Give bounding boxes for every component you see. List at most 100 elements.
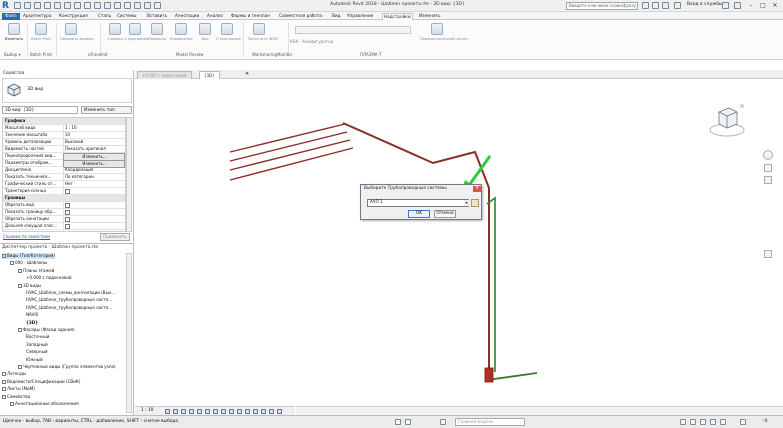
switch-windows-icon[interactable]	[144, 2, 151, 9]
lock-view-icon[interactable]	[221, 409, 226, 414]
property-value[interactable]: Высокий	[63, 139, 125, 145]
viewcube-icon[interactable]	[707, 100, 747, 140]
3d-view-icon[interactable]	[104, 2, 111, 9]
browser-tree-item[interactable]: Легенды	[2, 371, 26, 377]
active-model-field[interactable]: Главная модель	[455, 418, 525, 426]
drag-elements-icon[interactable]	[720, 419, 726, 425]
maximize-button[interactable]: □	[758, 1, 768, 10]
horizontal-scrollbar[interactable]	[296, 406, 783, 415]
browser-tree-item[interactable]: 3D виды	[18, 283, 41, 289]
panel-label-select[interactable]: Выбор ▾	[4, 52, 21, 57]
tab-steel[interactable]: Сталь	[97, 13, 112, 20]
check-button[interactable]: Проверка	[146, 23, 168, 53]
branch-pipe[interactable]	[229, 147, 354, 181]
tab-file[interactable]: Файл	[2, 13, 20, 20]
tab-annotate[interactable]: Аннотации	[174, 13, 200, 20]
run-wsm-button[interactable]: Запустить WSM	[248, 23, 278, 53]
main-pipe[interactable]	[342, 122, 490, 380]
plasma-field[interactable]	[295, 26, 411, 34]
expand-toggle-icon[interactable]	[2, 379, 6, 384]
redo-icon[interactable]	[54, 2, 61, 9]
select-underlay-icon[interactable]	[690, 419, 696, 425]
tab-plan-view[interactable]: +0.000 с подосновой	[137, 71, 192, 79]
revit-logo-icon[interactable]: R	[2, 1, 11, 11]
tab-manage[interactable]: Управление	[346, 13, 374, 20]
browser-tree-item[interactable]: {3D}	[26, 320, 38, 326]
instance-filter[interactable]: 3D вид: {3D}	[2, 106, 78, 114]
navbar-options-icon[interactable]	[764, 250, 772, 258]
ok-button[interactable]: OK	[408, 210, 430, 218]
browser-tree-item[interactable]: Южный	[26, 357, 43, 363]
property-value[interactable]: Показать оригинал	[63, 146, 125, 152]
property-checkbox[interactable]	[65, 188, 70, 194]
filter-count[interactable]: ∵0	[762, 419, 768, 424]
apply-button[interactable]: Применить	[100, 233, 130, 241]
branch-pipe[interactable]	[229, 123, 346, 153]
property-checkbox[interactable]	[65, 202, 70, 208]
property-value[interactable]	[63, 223, 125, 231]
help-button[interactable]: Справка	[104, 23, 126, 53]
close-button[interactable]: ✕	[770, 1, 780, 10]
sun-path-icon[interactable]	[181, 409, 186, 414]
about-button[interactable]: О программе	[124, 23, 149, 53]
browser-tree-item[interactable]: NAVIS	[26, 312, 38, 318]
expand-toggle-icon[interactable]	[10, 402, 14, 406]
expand-toggle-icon[interactable]	[18, 283, 22, 288]
manage-button[interactable]: Управление	[170, 23, 193, 53]
browser-tree-item[interactable]: HVAC_Шаблон_трубопроводные систе...	[26, 297, 112, 303]
pipe-model[interactable]	[135, 80, 783, 406]
analytical-model-icon[interactable]	[253, 409, 258, 414]
browser-scrollbar[interactable]	[126, 253, 132, 413]
expand-toggle-icon[interactable]	[18, 365, 22, 369]
tab-modify[interactable]: Изменить	[418, 13, 441, 20]
search-input[interactable]: Введите ключевое слово/фразу	[566, 2, 638, 10]
design-options-icon[interactable]	[405, 419, 411, 425]
tab-view[interactable]: Вид	[331, 13, 342, 20]
worksets-icon[interactable]	[395, 419, 401, 425]
properties-scrollbar[interactable]	[126, 117, 132, 232]
browser-tree-item[interactable]: 000 - Шаблоны	[10, 260, 47, 266]
expand-toggle-icon[interactable]	[18, 328, 22, 332]
render-icon[interactable]	[197, 409, 202, 414]
expand-toggle-icon[interactable]	[10, 261, 14, 266]
dimension-icon[interactable]	[84, 2, 91, 9]
property-value[interactable]: Координация	[63, 167, 125, 173]
property-checkbox[interactable]	[65, 209, 70, 215]
crop-view-icon[interactable]	[205, 409, 210, 414]
undo-icon[interactable]	[44, 2, 51, 9]
view-button[interactable]: Вид	[194, 23, 216, 53]
property-group[interactable]: Границы	[3, 195, 125, 202]
edit-type-button[interactable]: Изменить тип	[81, 106, 132, 114]
browser-tree-item[interactable]: HVAC_Шаблон_трубопроводные систе...	[26, 305, 112, 311]
close-hidden-icon[interactable]	[134, 2, 141, 9]
exchange-icon[interactable]	[722, 2, 729, 9]
browser-tree-item[interactable]: Семейства	[2, 394, 30, 400]
selected-system-pipe[interactable]	[486, 372, 538, 381]
browser-tree-item[interactable]: Западный	[26, 342, 48, 348]
sync-icon[interactable]	[34, 2, 41, 9]
temp-hide-icon[interactable]	[229, 409, 234, 414]
cancel-button[interactable]: Отмена	[434, 210, 456, 218]
measure-icon[interactable]	[74, 2, 81, 9]
tab-addins[interactable]: Надстройки	[382, 13, 413, 20]
zoom-icon[interactable]	[764, 164, 772, 172]
param-calc-button[interactable]: Параметрический расчет	[420, 23, 468, 53]
about2-button[interactable]: О программе	[216, 23, 241, 53]
detail-level-icon[interactable]	[165, 409, 170, 414]
chevron-down-icon[interactable]: ▾	[464, 200, 469, 206]
expand-toggle-icon[interactable]	[2, 394, 6, 399]
tab-massing-site[interactable]: Формы и генплан	[230, 13, 271, 20]
properties-help-link[interactable]: Справка по свойствам	[3, 234, 50, 239]
browser-tree-item[interactable]: Аннотационные обозначения	[10, 401, 79, 407]
temp-view-props-icon[interactable]	[245, 409, 250, 414]
property-checkbox[interactable]	[65, 216, 70, 222]
minimize-button[interactable]: –	[746, 1, 756, 10]
branch-pipe[interactable]	[229, 139, 351, 171]
open-icon[interactable]	[14, 2, 21, 9]
property-value[interactable]: По категории	[63, 174, 125, 180]
browser-tree-item[interactable]: Виды (Тип/Категория)	[2, 253, 55, 259]
editable-icon[interactable]	[440, 419, 446, 425]
tab-analyze[interactable]: Анализ	[206, 13, 224, 20]
pick-icon[interactable]	[471, 199, 479, 207]
type-selector[interactable]: 3D вид	[2, 78, 132, 103]
